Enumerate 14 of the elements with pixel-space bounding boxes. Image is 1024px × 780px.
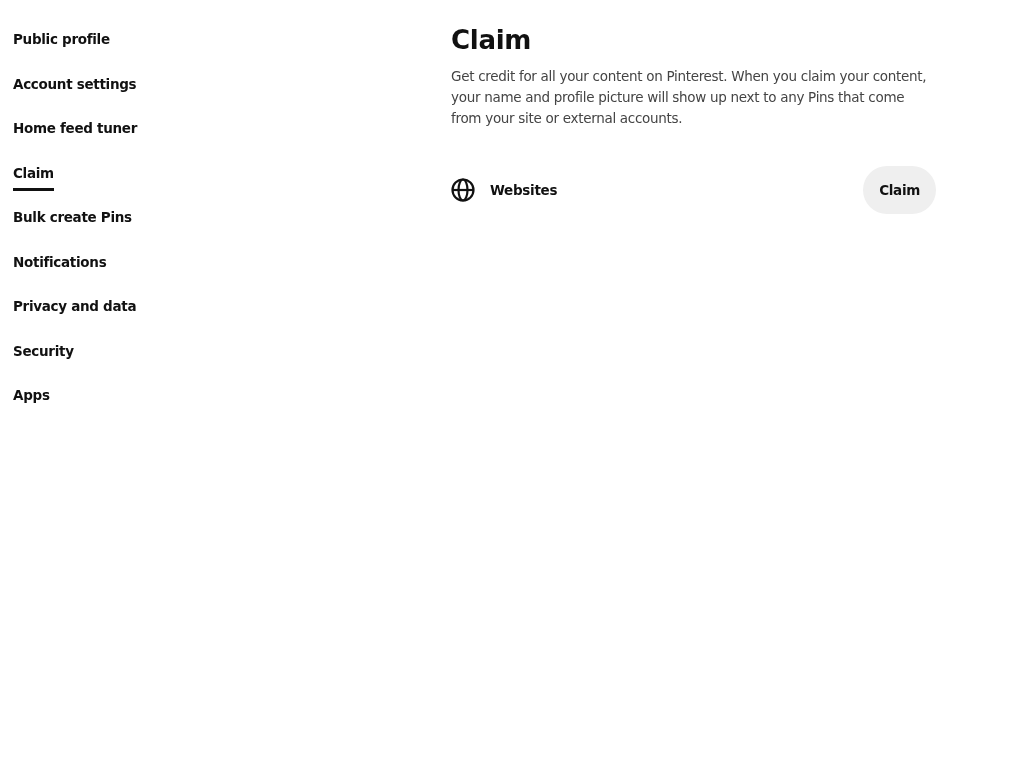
sidebar-item[interactable]: Account settings [13,72,137,117]
description-text: Get credit for all your content on Pinterest. When you claim your content, your name and profile picture will show up next to any Pins that come from your site or external accounts. [451,67,928,128]
row-label: Websites [490,182,559,198]
sidebar-item[interactable]: Privacy and data [13,295,137,340]
sidebar-item[interactable]: Home feed tuner [13,117,138,162]
sidebar-item[interactable]: Security [13,339,74,384]
sidebar-item[interactable]: Notifications [13,250,107,295]
sidebar-item[interactable]: Claim [13,161,54,206]
globe-icon [451,178,475,202]
claim-button[interactable]: Claim [863,166,936,214]
sidebar-item[interactable]: Public profile [13,28,110,73]
page-title: Claim [451,24,533,56]
sidebar-item[interactable]: Apps [13,384,50,429]
sidebar-item[interactable]: Bulk create Pins [13,206,132,251]
